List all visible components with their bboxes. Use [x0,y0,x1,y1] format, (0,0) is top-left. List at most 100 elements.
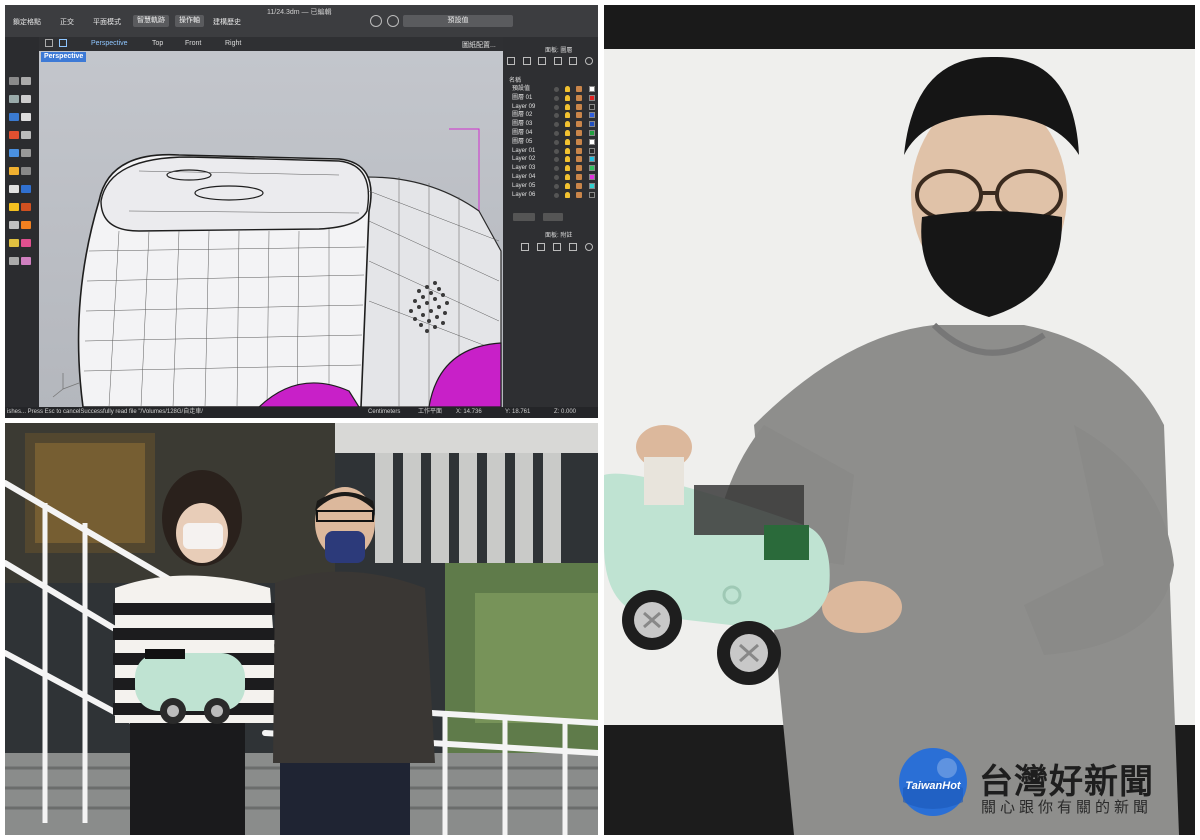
layer-color-swatch[interactable] [589,165,595,172]
osnap-toggle[interactable]: 鎖定格點 [13,17,41,27]
layer-row[interactable]: Layer 01 [507,147,597,156]
help-icon[interactable] [584,57,593,65]
perspective-viewport[interactable] [39,51,503,408]
rectangle-tool-icon[interactable] [21,95,31,103]
layer-row[interactable]: Layer 03 [507,164,597,173]
layer-row[interactable]: 圖層 03 [507,120,597,129]
light-tool-icon[interactable] [9,203,19,211]
layer-color-swatch[interactable] [589,182,595,189]
layer-row[interactable]: Layer 05 [507,182,597,191]
object-icon[interactable] [522,57,531,65]
layer-color-swatch[interactable] [589,112,595,119]
edit-tool-icon[interactable] [9,131,19,139]
light-icon[interactable] [553,57,562,65]
cplane-label[interactable]: 工作平面 [418,407,442,418]
material-tool-icon[interactable] [21,257,31,265]
point-tool-icon[interactable] [9,95,19,103]
planar-toggle[interactable]: 平面模式 [93,17,121,27]
analyze-tool-icon[interactable] [9,221,19,229]
layer-row[interactable]: 圖層 01 [507,94,597,103]
layer-lock-icon[interactable] [576,112,582,119]
layer-lock-icon[interactable] [576,165,582,172]
brush-tool-icon[interactable] [21,221,31,229]
paint-tool-icon[interactable] [21,203,31,211]
layer-lock-icon[interactable] [576,86,582,92]
viewport-config-button[interactable]: 圖紙配置... [462,40,496,50]
layer-options-button[interactable] [543,213,563,221]
layer-lock-icon[interactable] [576,103,582,110]
layer-current-icon[interactable] [554,192,559,198]
single-layout-icon[interactable] [59,39,67,47]
layer-visibility-icon[interactable] [565,165,570,172]
layer-visibility-icon[interactable] [565,156,570,163]
display-icon[interactable] [569,57,578,65]
layer-color-swatch[interactable] [589,94,595,101]
layer-lock-icon[interactable] [576,156,582,163]
layer-color-swatch[interactable] [589,147,595,154]
layer-color-swatch[interactable] [589,121,595,128]
tab-perspective[interactable]: Perspective [91,40,128,47]
layer-row[interactable]: Layer 06 [507,191,597,200]
layer-current-icon[interactable] [554,174,559,180]
layer-lock-icon[interactable] [576,173,582,180]
layer-lock-icon[interactable] [576,121,582,128]
light-icon-2[interactable] [553,243,561,251]
curve-tool-icon[interactable] [9,113,19,121]
layer-color-swatch[interactable] [589,129,595,136]
layer-current-icon[interactable] [554,95,559,101]
layer-current-icon[interactable] [554,166,559,172]
layer-color-swatch[interactable] [589,138,595,145]
record-icon[interactable] [370,15,382,27]
add-layer-button[interactable] [513,213,535,221]
layer-row[interactable]: 圖層 02 [507,111,597,120]
grid-layout-icon[interactable] [45,39,53,47]
window-select-icon[interactable] [21,77,31,85]
select-tool-icon[interactable] [9,77,19,85]
layer-visibility-icon[interactable] [565,94,570,101]
layer-lock-icon[interactable] [576,182,582,189]
layer-visibility-icon[interactable] [565,86,570,92]
layer-current-icon[interactable] [554,87,559,92]
layer-row[interactable]: Layer 04 [507,173,597,182]
layer-visibility-icon[interactable] [565,103,570,110]
layers-icon[interactable] [507,57,515,65]
layer-color-swatch[interactable] [589,173,595,180]
layer-visibility-icon[interactable] [565,121,570,128]
history-toggle[interactable]: 建構歷史 [213,17,241,27]
units-label[interactable]: Centimeters [368,407,400,418]
array-tool-icon[interactable] [21,149,31,157]
mesh-tool-icon[interactable] [21,167,31,175]
layer-visibility-icon[interactable] [565,129,570,136]
layer-current-icon[interactable] [554,183,559,189]
layer-visibility-icon[interactable] [565,147,570,154]
layer-lock-icon[interactable] [576,147,582,154]
layer-row[interactable]: Layer 09 [507,103,597,112]
transform-tool-icon[interactable] [9,149,19,157]
layer-color-swatch[interactable] [589,103,595,110]
layer-current-icon[interactable] [554,122,559,128]
color-wheel-icon[interactable] [21,239,31,247]
layer-row[interactable]: Layer 02 [507,155,597,164]
help-icon-2[interactable] [585,243,593,251]
layer-current-icon[interactable] [554,148,559,154]
gumball-toggle[interactable]: 操作軸 [175,15,204,27]
smarttrack-toggle[interactable]: 智慧軌跡 [133,15,169,27]
layer-lock-icon[interactable] [576,129,582,136]
object-icon-2[interactable] [537,243,545,251]
snap-tool-icon[interactable] [9,257,19,265]
display-icon-2[interactable] [569,243,577,251]
command-search-input[interactable]: 預設值 [403,15,513,27]
pen-tool-icon[interactable] [9,239,19,247]
layer-visibility-icon[interactable] [565,173,570,180]
tab-right[interactable]: Right [225,40,241,47]
layer-visibility-icon[interactable] [565,138,570,145]
layer-row[interactable]: 預設值 [507,85,597,94]
layer-lock-icon[interactable] [576,94,582,101]
document-icon-2[interactable] [521,243,529,251]
tab-top[interactable]: Top [152,40,163,47]
layer-color-swatch[interactable] [589,86,595,92]
layer-current-icon[interactable] [554,113,559,119]
layer-lock-icon[interactable] [576,191,582,198]
target-icon[interactable] [387,15,399,27]
layer-current-icon[interactable] [554,157,559,163]
